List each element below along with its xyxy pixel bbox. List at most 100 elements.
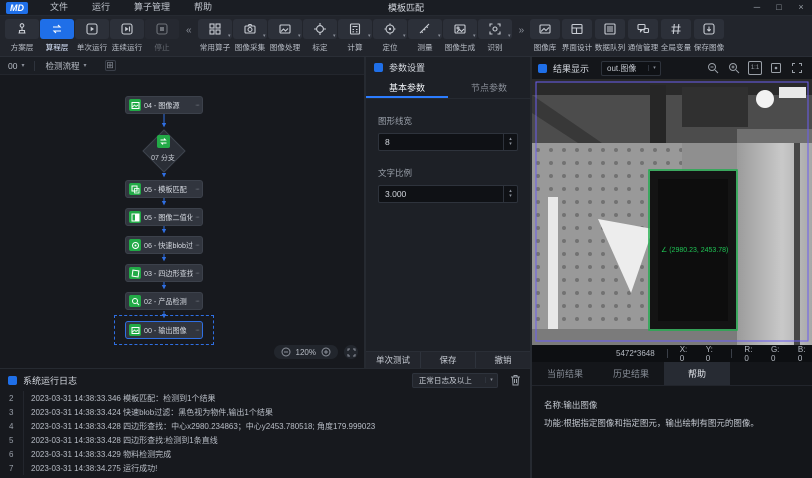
category-calculate[interactable]: ▾ 计算 (338, 19, 372, 53)
global-communication[interactable]: 通信管理 (627, 19, 659, 53)
image-zoom-in-button[interactable] (727, 61, 741, 75)
log-filter-select[interactable]: 正常日志及以上 ▾ (412, 373, 498, 388)
log-row[interactable]: 6 2023-03-31 14:38:33.429 物料检测完成 (0, 447, 530, 461)
text-scale-input[interactable]: 3.000 ▴▾ (378, 185, 518, 203)
flow-node-output-image[interactable]: 00 - 输出图像 ··· (125, 321, 203, 339)
image-zoom-out-button[interactable] (706, 61, 720, 75)
global-image-library[interactable]: 图像库 (530, 19, 560, 53)
close-button[interactable]: × (790, 0, 812, 15)
log-row[interactable]: 4 2023-03-31 14:38:33.428 四边形查找：中心x2980.… (0, 419, 530, 433)
global-ui-design[interactable]: 界面设计 (561, 19, 593, 53)
dropdown-caret-icon: ▾ (438, 34, 441, 39)
spinner-control[interactable]: ▴▾ (503, 186, 517, 202)
save-button[interactable]: 保存 (420, 352, 475, 368)
category-locate[interactable]: ▾ 定位 (373, 19, 407, 53)
maximize-button[interactable]: □ (768, 0, 790, 15)
category-image-capture[interactable]: ▾ 图像采集 (233, 19, 267, 53)
log-panel-title: 系统运行日志 (23, 374, 77, 387)
spinner-down-icon[interactable]: ▾ (509, 142, 512, 147)
undo-button[interactable]: 撤销 (475, 352, 530, 368)
flow-index[interactable]: 00 (8, 61, 17, 71)
node-more-button[interactable]: ··· (195, 214, 199, 221)
tool-label: 单次运行 (77, 42, 107, 52)
node-detect-icon (129, 295, 141, 307)
flow-node-template-match[interactable]: 05 - 模板匹配 ··· (125, 180, 203, 198)
tab-node-params[interactable]: 节点参数 (448, 77, 530, 98)
log-row-text: 2023-03-31 14:38:33.428 四边形查找：中心x2980.23… (24, 421, 375, 432)
tool-scheme-layer[interactable]: 方案层 (5, 19, 39, 53)
run-continuous-icon (110, 19, 144, 39)
log-row-text: 2023-03-31 14:38:33.346 模板匹配：检测到1个结果 (24, 393, 216, 404)
node-more-button[interactable]: ··· (195, 270, 199, 277)
branch-node-icon[interactable] (157, 135, 170, 148)
category-measure[interactable]: ▾ 测量 (408, 19, 442, 53)
app-window: MD 文件 运行 算子管理 帮助 模板匹配 ─ □ × 方案层 算程层 (0, 0, 812, 478)
field-text-scale: 文字比例 3.000 ▴▾ (366, 167, 530, 203)
flow-node-image-source[interactable]: 04 - 图像源 ··· (125, 96, 203, 114)
canvas-fit-button[interactable] (344, 345, 358, 359)
minimize-button[interactable]: ─ (746, 0, 768, 15)
category-calibration[interactable]: ▾ 标定 (303, 19, 337, 53)
flow-node-binarize[interactable]: 05 - 图像二值化 ··· (125, 208, 203, 226)
collapse-left-button[interactable]: « (186, 25, 192, 36)
scheme-layer-icon (5, 19, 39, 39)
flow-title[interactable]: 检测流程 (45, 60, 79, 72)
category-image-generate[interactable]: ▾ 图像生成 (443, 19, 477, 53)
branch-node-label[interactable]: 07 分支 (123, 153, 203, 163)
single-test-button[interactable]: 单次测试 (366, 352, 420, 368)
collapse-right-button[interactable]: » (519, 25, 525, 36)
log-row[interactable]: 7 2023-03-31 14:38:34.275 运行成功! (0, 461, 530, 475)
fullscreen-button[interactable] (790, 61, 804, 75)
zoom-out-icon[interactable] (281, 347, 291, 357)
tab-basic-params[interactable]: 基本参数 (366, 77, 448, 98)
log-row[interactable]: 3 2023-03-31 14:38:33.424 快速blob过滤：黑色视为物… (0, 405, 530, 419)
tab-current-result[interactable]: 当前结果 (532, 362, 598, 385)
flow-expand-icon[interactable]: ⊞ (105, 60, 116, 71)
fit-image-button[interactable] (769, 61, 783, 75)
flow-node-blob-filter[interactable]: 06 - 快速blob过滤 ··· (125, 236, 203, 254)
one-to-one-button[interactable]: 1:1 (748, 61, 762, 75)
log-row-text: 2023-03-31 14:38:34.275 运行成功! (24, 463, 157, 474)
category-label: 计算 (347, 42, 362, 52)
result-image-viewport[interactable]: ∠ (2980.23, 2453.78) (532, 79, 812, 345)
spinner-control[interactable]: ▴▾ (503, 134, 517, 150)
global-data-queue[interactable]: 数据队列 (594, 19, 626, 53)
clear-log-button[interactable] (508, 373, 522, 387)
spinner-down-icon[interactable]: ▾ (509, 194, 512, 199)
log-rows[interactable]: 2 2023-03-31 14:38:33.346 模板匹配：检测到1个结果 3… (0, 391, 530, 475)
tool-process-layer[interactable]: 算程层 (40, 19, 74, 53)
tool-run-once[interactable]: 单次运行 (75, 19, 109, 53)
category-label: 定位 (382, 42, 397, 52)
result-source-select[interactable]: out.图像 ▾ (601, 61, 661, 76)
tool-run-continuous[interactable]: 连续运行 (110, 19, 144, 53)
node-more-button[interactable]: ··· (195, 242, 199, 249)
category-common-operators[interactable]: ▾ 常用算子 (198, 19, 232, 53)
node-more-button[interactable]: ··· (195, 102, 199, 109)
zoom-in-icon[interactable] (321, 347, 331, 357)
chevron-down-icon: ▾ (648, 65, 660, 71)
menu-help[interactable]: 帮助 (182, 0, 224, 15)
result-tabs: 当前结果 历史结果 帮助 (532, 362, 812, 386)
menu-file[interactable]: 文件 (38, 0, 80, 15)
global-save-image[interactable]: 保存图像 (693, 19, 725, 53)
log-row[interactable]: 2 2023-03-31 14:38:33.346 模板匹配：检测到1个结果 (0, 391, 530, 405)
global-variables[interactable]: 全局变量 (660, 19, 692, 53)
run-once-icon (75, 19, 109, 39)
flow-canvas[interactable]: 04 - 图像源 ··· 07 分支 05 - 模板匹配 ··· 05 - 图像… (0, 75, 364, 367)
menu-operator-manage[interactable]: 算子管理 (122, 0, 182, 15)
tool-stop[interactable]: 停止 (145, 19, 179, 53)
node-more-button[interactable]: ··· (195, 298, 199, 305)
category-recognition[interactable]: ▾ 识别 (478, 19, 512, 53)
category-image-processing[interactable]: ▾ 图像处理 (268, 19, 302, 53)
tab-help[interactable]: 帮助 (664, 362, 730, 385)
tab-history-result[interactable]: 历史结果 (598, 362, 664, 385)
line-width-input[interactable]: 8 ▴▾ (378, 133, 518, 151)
camera-icon: ▾ (233, 19, 267, 39)
menu-run[interactable]: 运行 (80, 0, 122, 15)
flow-node-quad-find[interactable]: 03 - 四边形查找 ··· (125, 264, 203, 282)
input-value: 3.000 (379, 189, 503, 199)
node-more-button[interactable]: ··· (195, 327, 199, 334)
node-more-button[interactable]: ··· (195, 186, 199, 193)
log-row[interactable]: 5 2023-03-31 14:38:33.428 四边形查找:检测到1条直线 (0, 433, 530, 447)
flow-node-product-detect[interactable]: 02 - 产品检测 ··· (125, 292, 203, 310)
